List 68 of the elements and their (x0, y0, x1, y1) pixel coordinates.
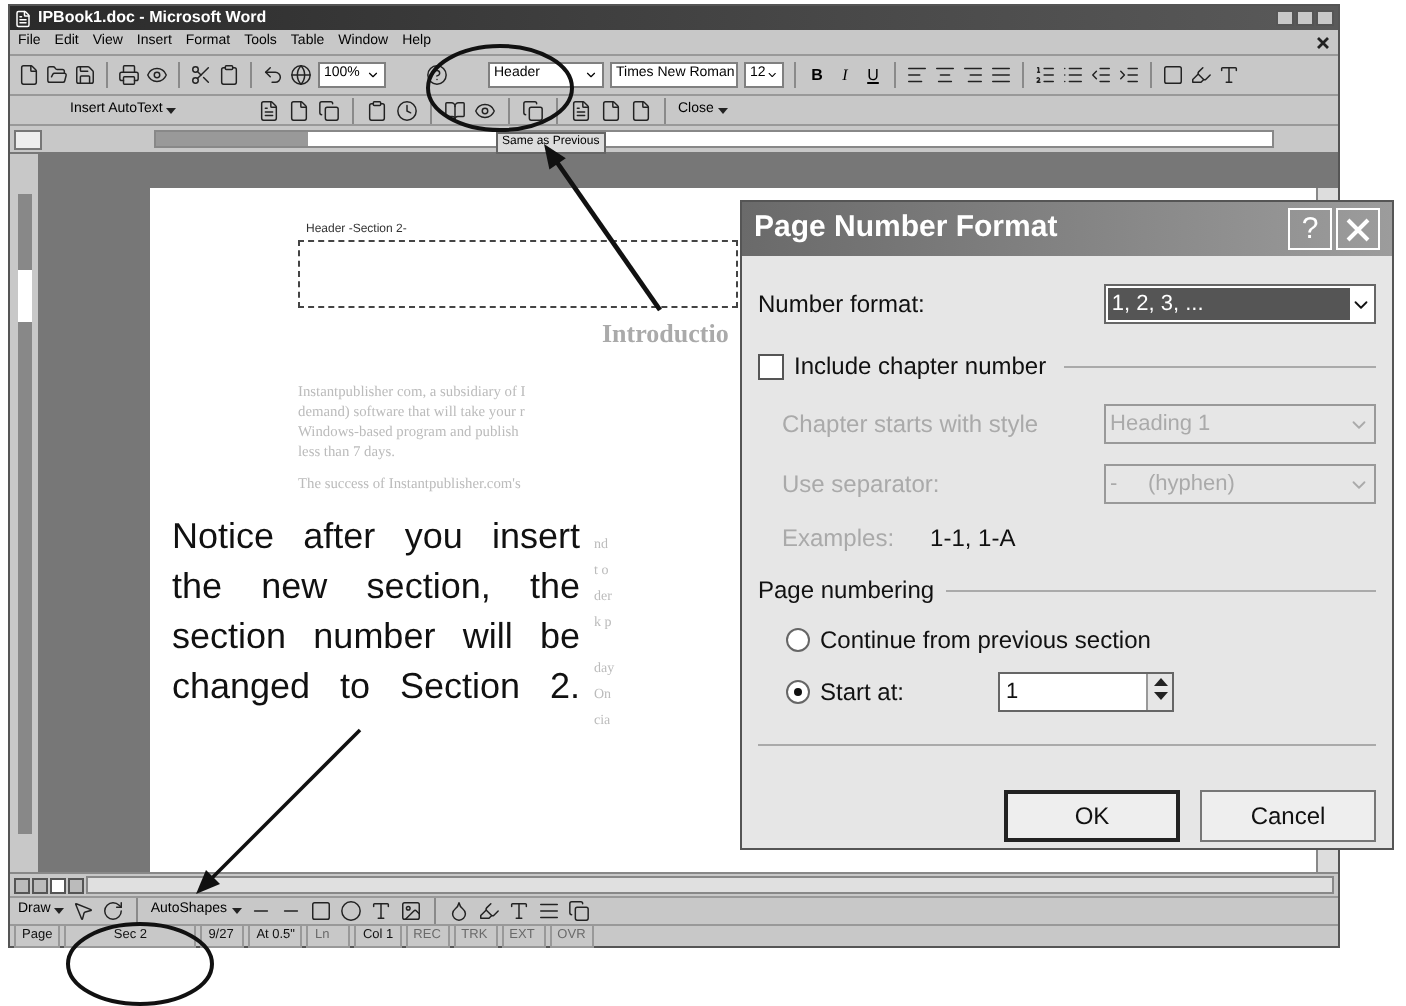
heading: Introductio (602, 316, 729, 352)
printer-icon[interactable] (118, 64, 140, 86)
examples-value: 1-1, 1-A (930, 522, 1016, 556)
dialog-title: Page Number Format (754, 208, 1058, 249)
line-color-icon[interactable] (477, 900, 499, 922)
radio-button[interactable] (786, 628, 810, 652)
format-button[interactable]: U (862, 63, 884, 87)
close-button[interactable] (1316, 10, 1334, 26)
text-box-icon[interactable] (369, 900, 391, 922)
caret-icon (231, 908, 241, 914)
close-document-icon[interactable] (1316, 35, 1330, 49)
close-icon (1346, 217, 1370, 241)
clipboard-icon[interactable] (218, 64, 240, 86)
window-title: IPBook1.doc - Microsoft Word (38, 6, 267, 30)
undo-icon[interactable] (262, 64, 284, 86)
checkbox[interactable] (758, 353, 784, 379)
caret-icon (584, 68, 598, 82)
clock-icon[interactable] (396, 99, 418, 121)
dialog-button[interactable]: Cancel (1200, 790, 1376, 842)
preview-icon[interactable] (146, 64, 168, 86)
picture-icon[interactable] (399, 900, 421, 922)
oval-icon[interactable] (339, 900, 361, 922)
new-document-icon[interactable] (18, 64, 40, 86)
folder-icon[interactable] (46, 64, 68, 86)
format-button[interactable]: B (806, 63, 828, 87)
caret-icon (765, 68, 778, 82)
dialog-button[interactable]: OK (1004, 790, 1180, 842)
justify-icon[interactable] (990, 64, 1012, 86)
maximize-button[interactable] (1296, 10, 1314, 26)
line-style-icon[interactable] (537, 900, 559, 922)
number-format-dropdown[interactable]: 1, 2, 3, ... (1103, 284, 1376, 324)
field-label: Chapter starts with style (782, 408, 1041, 442)
indent-icon[interactable] (1118, 64, 1140, 86)
rectangle-icon[interactable] (309, 900, 331, 922)
group-label: Page numbering (758, 574, 935, 608)
minimize-button[interactable] (1276, 10, 1294, 26)
checkbox-label: Include chapter number (794, 350, 1047, 384)
show-hide-icon[interactable] (474, 99, 496, 121)
format-button[interactable]: I (834, 63, 856, 87)
save-icon[interactable] (74, 64, 96, 86)
fill-icon[interactable] (447, 900, 469, 922)
globe-icon[interactable] (290, 64, 312, 86)
radio-label: Start at: (820, 676, 907, 710)
caret-icon (717, 107, 728, 113)
field-label: Examples: (782, 522, 895, 556)
rotate-icon[interactable] (102, 900, 125, 922)
align-right-icon[interactable] (962, 64, 984, 86)
align-center-icon[interactable] (934, 64, 956, 86)
field-label: Use separator: (782, 468, 942, 502)
tab-selector[interactable] (14, 129, 42, 149)
document-icon (14, 9, 32, 27)
font-color-icon[interactable] (1218, 64, 1240, 86)
start-at-spinner[interactable]: 1 (998, 672, 1174, 712)
outdent-icon[interactable] (1090, 64, 1112, 86)
radio-label: Continue from previous section (820, 624, 1151, 658)
pointer-icon[interactable] (72, 900, 95, 922)
caret-icon (54, 908, 65, 914)
help-icon[interactable] (426, 64, 448, 86)
font-color-icon[interactable] (507, 900, 529, 922)
numbered-list-icon[interactable] (1034, 64, 1056, 86)
scissors-icon[interactable] (190, 64, 212, 86)
field-label: Number format: (758, 288, 927, 322)
border-icon[interactable] (1162, 64, 1184, 86)
caret-icon (366, 68, 380, 82)
align-left-icon[interactable] (906, 64, 928, 86)
caret-icon (166, 107, 177, 113)
radio-button[interactable] (786, 680, 810, 704)
highlighter-icon[interactable] (1190, 64, 1212, 86)
